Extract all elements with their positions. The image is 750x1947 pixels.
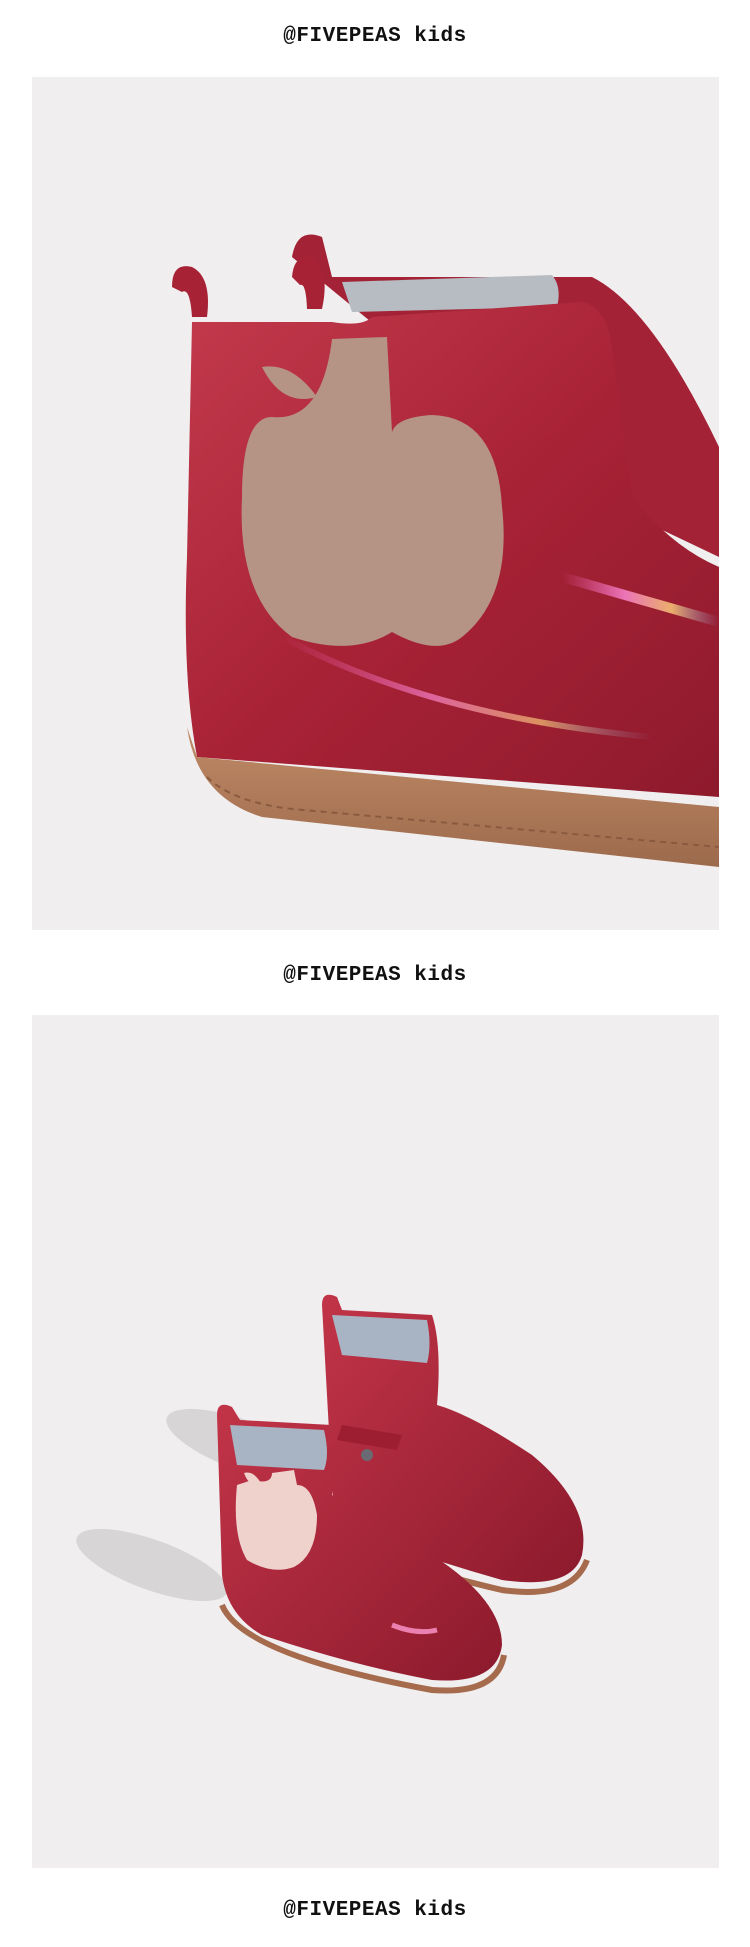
brand-caption-3: @FIVEPEAS kids: [283, 1898, 467, 1922]
shadow-front-boot: [76, 1528, 228, 1602]
brand-caption-2: @FIVEPEAS kids: [283, 963, 467, 987]
product-photo-closeup: [32, 77, 719, 930]
brand-caption-1: @FIVEPEAS kids: [283, 24, 467, 48]
boot-pair-illustration: [76, 1294, 590, 1694]
product-photo-pair: [32, 1015, 719, 1868]
boot-closeup-illustration: [172, 234, 719, 867]
pull-tab-left: [172, 266, 208, 317]
